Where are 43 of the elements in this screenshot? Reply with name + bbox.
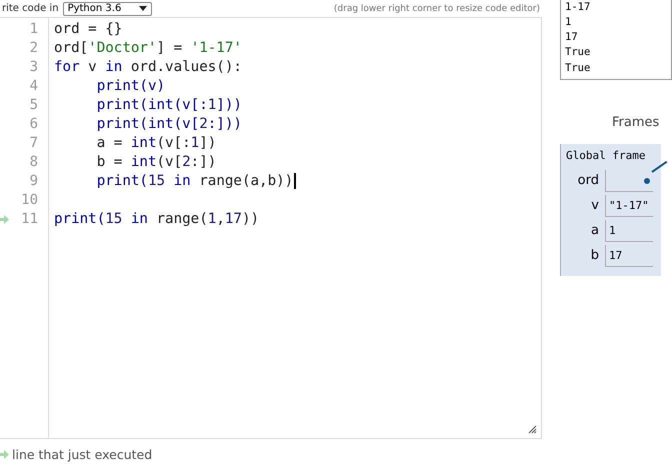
resize-hint: (drag lower right corner to resize code editor) <box>334 4 541 14</box>
variable-name: ord <box>576 173 600 188</box>
legend-label: line that just executed <box>12 447 152 462</box>
code-line: for v in ord.values(): <box>54 58 242 75</box>
caret-icon <box>139 6 148 11</box>
code-language-label: rite code in <box>2 3 59 14</box>
pointer-dot <box>644 178 650 184</box>
line-number: 7 <box>30 135 38 152</box>
code-line: print(int(v[2:])) <box>96 116 242 132</box>
line-number: 8 <box>30 154 38 170</box>
resize-grip-icon[interactable] <box>528 425 537 434</box>
code-line: a = int(v[:1]) <box>96 135 216 152</box>
output-line: 17 <box>565 30 579 46</box>
code-line: print(15 in range(a,b)) <box>96 173 294 190</box>
line-number: 9 <box>30 173 38 190</box>
line-number: 5 <box>30 96 38 113</box>
line-number: 6 <box>30 116 38 132</box>
variable-value: 17 <box>605 244 653 266</box>
code-line: print(int(v[:1])) <box>96 96 242 113</box>
variable-name: a <box>590 223 600 238</box>
variable-value: 1 <box>605 220 653 242</box>
line-number: 2 <box>30 40 38 56</box>
output-line: 1-17 <box>565 0 592 15</box>
line-number: 10 <box>21 192 38 208</box>
output-line: 1 <box>565 14 572 30</box>
frame-title: Global frame <box>565 149 646 162</box>
code-line: ord = {} <box>54 20 122 37</box>
line-number: 1 <box>30 20 38 37</box>
line-number: 3 <box>30 58 38 75</box>
variable-name: v <box>590 198 600 213</box>
language-dropdown[interactable]: Python 3.6 <box>62 2 152 16</box>
output-line: True <box>565 45 592 60</box>
code-line: print(15 in range(1,17)) <box>54 211 260 228</box>
variable-value: "1-17" <box>605 194 653 216</box>
frames-heading: Frames <box>612 115 660 130</box>
line-number: 4 <box>30 78 38 94</box>
code-line: ord['Doctor'] = '1-17' <box>54 40 242 56</box>
variable-name: b <box>590 248 600 263</box>
code-line: b = int(v[2:]) <box>96 154 216 170</box>
line-number: 11 <box>21 211 38 228</box>
output-line: True <box>565 60 592 76</box>
code-line: print(v) <box>96 78 166 94</box>
arrow-icon <box>0 450 9 459</box>
